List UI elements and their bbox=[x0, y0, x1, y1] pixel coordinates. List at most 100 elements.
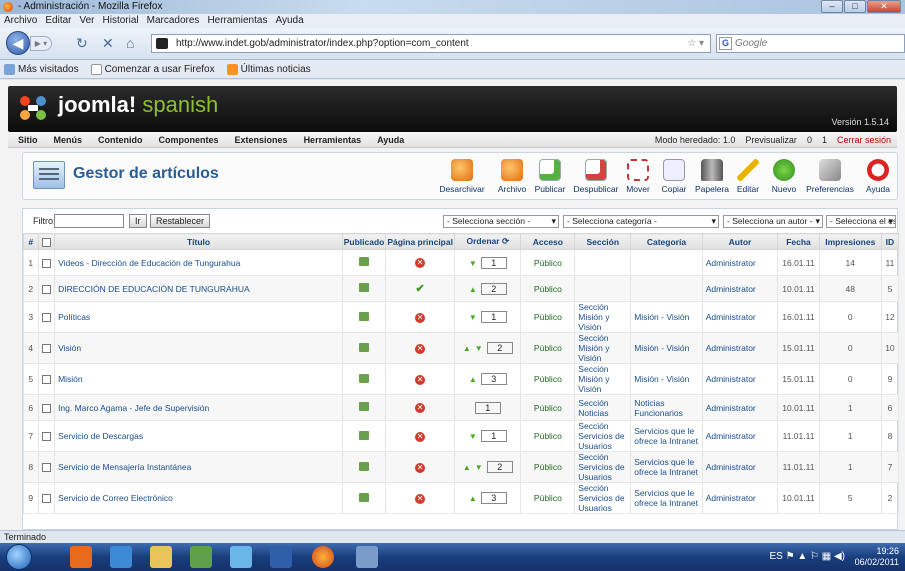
access-cell[interactable]: Público bbox=[520, 394, 576, 421]
published-icon[interactable] bbox=[359, 342, 370, 352]
col-published[interactable]: Publicado bbox=[342, 233, 387, 250]
admin-menu-menus[interactable]: Menús bbox=[54, 132, 83, 148]
firefox-taskbar-icon[interactable] bbox=[312, 546, 334, 568]
back-button[interactable]: ◀ bbox=[6, 31, 30, 55]
published-icon[interactable] bbox=[359, 461, 370, 471]
col-section[interactable]: Sección bbox=[574, 233, 632, 250]
section-cell[interactable]: Sección Noticias bbox=[574, 394, 632, 421]
maximize-button[interactable]: □ bbox=[844, 0, 866, 13]
unpublished-x-icon[interactable]: ✕ bbox=[415, 431, 426, 442]
article-title-link[interactable]: Ing. Marco Agama - Jefe de Supervisión bbox=[58, 403, 209, 413]
move-down-arrow-icon[interactable]: ▼ bbox=[475, 463, 483, 472]
admin-menu-componentes[interactable]: Componentes bbox=[159, 132, 219, 148]
checkmark-icon[interactable]: ✔ bbox=[416, 283, 425, 295]
access-cell[interactable]: Público bbox=[520, 301, 576, 333]
menu-marcadores[interactable]: Marcadores bbox=[147, 14, 200, 28]
unpublished-x-icon[interactable]: ✕ bbox=[415, 493, 426, 504]
article-title-link[interactable]: Servicio de Mensajería Instantánea bbox=[58, 462, 191, 472]
author-cell[interactable]: Administrator bbox=[701, 451, 779, 483]
move-up-arrow-icon[interactable]: ▲ bbox=[463, 463, 471, 472]
filter-input[interactable] bbox=[54, 214, 124, 228]
filter-reset-button[interactable]: Restablecer bbox=[150, 214, 211, 228]
col-date[interactable]: Fecha bbox=[777, 233, 820, 250]
menu-editar[interactable]: Editar bbox=[45, 14, 71, 28]
menu-herramientas[interactable]: Herramientas bbox=[207, 14, 267, 28]
internet-explorer-icon[interactable] bbox=[110, 546, 132, 568]
home-icon[interactable]: ⌂ bbox=[126, 35, 134, 51]
article-title-link[interactable]: Visión bbox=[58, 343, 81, 353]
section-cell[interactable]: Sección Misión y Visión bbox=[574, 301, 632, 333]
section-select[interactable]: - Selecciona sección - bbox=[443, 215, 559, 228]
col-id[interactable]: ID bbox=[880, 233, 900, 250]
menu-archivo[interactable]: Archivo bbox=[4, 14, 37, 28]
published-icon[interactable] bbox=[359, 492, 370, 502]
menu-historial[interactable]: Historial bbox=[103, 14, 139, 28]
article-title-link[interactable]: Misión bbox=[58, 374, 83, 384]
col-hits[interactable]: Impresiones bbox=[818, 233, 882, 250]
minimize-button[interactable]: – bbox=[821, 0, 843, 13]
select-all-checkbox[interactable] bbox=[41, 237, 51, 247]
unpublished-x-icon[interactable]: ✕ bbox=[415, 343, 426, 354]
category-cell[interactable]: Misión - Visión bbox=[630, 301, 703, 333]
move-down-arrow-icon[interactable]: ▼ bbox=[469, 432, 477, 441]
admin-menu-ayuda[interactable]: Ayuda bbox=[377, 132, 404, 148]
category-cell[interactable]: Misión - Visión bbox=[630, 363, 703, 395]
explorer-folder-icon[interactable] bbox=[150, 546, 172, 568]
author-cell[interactable]: Administrator bbox=[701, 420, 779, 452]
access-cell[interactable]: Público bbox=[520, 451, 576, 483]
address-bar[interactable]: http://www.indet.gob/administrator/index… bbox=[151, 34, 711, 53]
section-cell[interactable]: Sección Misión y Visión bbox=[574, 332, 632, 364]
bookmark-getting-started[interactable]: Comenzar a usar Firefox bbox=[90, 60, 215, 78]
start-button[interactable] bbox=[6, 544, 32, 570]
clock[interactable]: 19:26 06/02/2011 bbox=[855, 546, 899, 568]
bookmark-star-icon[interactable]: ☆ ▾ bbox=[687, 35, 704, 52]
search-field[interactable]: G Google bbox=[716, 34, 905, 53]
bookmark-latest-news[interactable]: Últimas noticias bbox=[226, 60, 311, 78]
move-down-arrow-icon[interactable]: ▼ bbox=[469, 259, 477, 268]
author-cell[interactable]: Administrator bbox=[701, 363, 779, 395]
bookmark-most-visited[interactable]: Más visitados bbox=[4, 60, 79, 78]
row-checkbox[interactable] bbox=[41, 313, 51, 323]
unpublished-x-icon[interactable]: ✕ bbox=[415, 312, 426, 323]
category-select[interactable]: - Selecciona categoría - bbox=[563, 215, 719, 228]
menu-ver[interactable]: Ver bbox=[79, 14, 94, 28]
word-icon[interactable] bbox=[270, 546, 292, 568]
col-title[interactable]: Título bbox=[54, 233, 344, 250]
col-category[interactable]: Categoría bbox=[630, 233, 703, 250]
article-title-link[interactable]: Servicio de Correo Electrónico bbox=[58, 493, 173, 503]
published-icon[interactable] bbox=[359, 311, 370, 321]
section-cell[interactable] bbox=[574, 249, 632, 276]
help-button[interactable]: Ayuda bbox=[851, 159, 905, 194]
reload-icon[interactable]: ↻ bbox=[76, 35, 88, 52]
move-up-arrow-icon[interactable]: ▲ bbox=[469, 285, 477, 294]
app-icon-2[interactable] bbox=[230, 546, 252, 568]
preferences-button[interactable]: Preferencias bbox=[803, 159, 857, 194]
section-cell[interactable]: Sección Servicios de Usuarios bbox=[574, 482, 632, 514]
move-up-arrow-icon[interactable]: ▲ bbox=[469, 494, 477, 503]
preview-link[interactable]: Previsualizar bbox=[745, 132, 797, 148]
admin-menu-sitio[interactable]: Sitio bbox=[18, 132, 38, 148]
row-checkbox[interactable] bbox=[41, 463, 51, 473]
article-title-link[interactable]: Políticas bbox=[58, 312, 90, 322]
category-cell[interactable]: Servicios que le ofrece la Intranet bbox=[630, 482, 703, 514]
admin-menu-extensiones[interactable]: Extensiones bbox=[235, 132, 288, 148]
col-select-all[interactable] bbox=[37, 233, 56, 250]
close-button[interactable]: ✕ bbox=[867, 0, 901, 13]
row-checkbox[interactable] bbox=[41, 284, 51, 294]
row-checkbox[interactable] bbox=[41, 375, 51, 385]
logout-link[interactable]: Cerrar sesión bbox=[837, 132, 891, 148]
move-down-arrow-icon[interactable]: ▼ bbox=[475, 344, 483, 353]
state-select[interactable]: - Selecciona el estado - bbox=[826, 215, 896, 228]
col-frontpage[interactable]: Página principal bbox=[385, 233, 456, 250]
order-input[interactable]: 2 bbox=[480, 282, 507, 295]
admin-menu-herramientas[interactable]: Herramientas bbox=[304, 132, 362, 148]
forward-button[interactable]: ▶ ▾ bbox=[30, 36, 52, 51]
published-icon[interactable] bbox=[359, 373, 370, 383]
access-cell[interactable]: Público bbox=[520, 332, 576, 364]
section-cell[interactable]: Sección Misión y Visión bbox=[574, 363, 632, 395]
unpublished-x-icon[interactable]: ✕ bbox=[415, 258, 426, 268]
access-cell[interactable]: Público bbox=[520, 482, 576, 514]
row-checkbox[interactable] bbox=[41, 432, 51, 442]
order-input[interactable]: 3 bbox=[480, 373, 507, 385]
language-indicator[interactable]: ES bbox=[769, 551, 782, 562]
